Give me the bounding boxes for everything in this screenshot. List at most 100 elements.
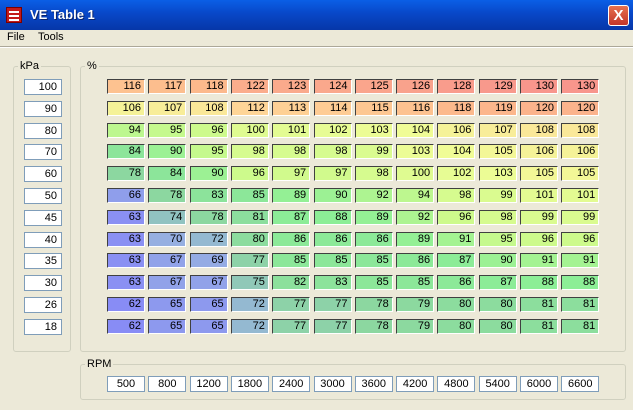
- ve-cell[interactable]: 125: [354, 79, 393, 94]
- ve-cell[interactable]: 101: [520, 188, 558, 203]
- ve-cell[interactable]: 105: [561, 166, 600, 182]
- kpa-value-field[interactable]: 18: [24, 318, 62, 335]
- ve-cell[interactable]: 81: [520, 297, 558, 312]
- ve-cell[interactable]: 87: [478, 275, 517, 291]
- ve-cell[interactable]: 94: [396, 188, 435, 203]
- ve-cell[interactable]: 99: [520, 209, 558, 225]
- ve-cell[interactable]: 106: [520, 144, 558, 160]
- ve-cell[interactable]: 86: [354, 231, 393, 247]
- ve-cell[interactable]: 91: [561, 253, 600, 269]
- ve-cell[interactable]: 99: [478, 188, 517, 203]
- ve-cell[interactable]: 108: [189, 100, 228, 116]
- rpm-value-field[interactable]: 500: [107, 376, 145, 392]
- rpm-value-field[interactable]: 3600: [354, 376, 393, 392]
- ve-cell[interactable]: 67: [148, 275, 187, 291]
- ve-cell[interactable]: 84: [107, 144, 145, 160]
- ve-cell[interactable]: 106: [437, 122, 476, 138]
- ve-cell[interactable]: 91: [520, 253, 558, 269]
- ve-cell[interactable]: 103: [354, 122, 393, 138]
- ve-cell[interactable]: 85: [313, 253, 352, 269]
- rpm-value-field[interactable]: 800: [148, 376, 187, 392]
- ve-cell[interactable]: 65: [148, 318, 187, 334]
- ve-cell[interactable]: 94: [107, 122, 145, 138]
- kpa-value-field[interactable]: 40: [24, 231, 62, 248]
- ve-cell[interactable]: 79: [396, 318, 435, 334]
- ve-cell[interactable]: 102: [437, 166, 476, 182]
- ve-cell[interactable]: 72: [189, 231, 228, 247]
- rpm-value-field[interactable]: 6600: [561, 376, 600, 392]
- ve-cell[interactable]: 81: [561, 297, 600, 312]
- ve-cell[interactable]: 80: [478, 297, 517, 312]
- ve-cell[interactable]: 63: [107, 275, 145, 291]
- ve-cell[interactable]: 116: [107, 79, 145, 94]
- ve-cell[interactable]: 66: [107, 188, 145, 203]
- ve-cell[interactable]: 80: [437, 318, 476, 334]
- ve-cell[interactable]: 113: [272, 100, 311, 116]
- rpm-value-field[interactable]: 2400: [272, 376, 311, 392]
- ve-cell[interactable]: 107: [148, 100, 187, 116]
- rpm-value-field[interactable]: 4200: [396, 376, 435, 392]
- ve-cell[interactable]: 62: [107, 318, 145, 334]
- ve-cell[interactable]: 82: [272, 275, 311, 291]
- title-bar[interactable]: VE Table 1 X: [0, 0, 633, 30]
- ve-cell[interactable]: 84: [148, 166, 187, 182]
- ve-cell[interactable]: 63: [107, 209, 145, 225]
- ve-cell[interactable]: 129: [478, 79, 517, 94]
- ve-cell[interactable]: 130: [561, 79, 600, 94]
- kpa-value-field[interactable]: 26: [24, 297, 62, 313]
- ve-cell[interactable]: 98: [437, 188, 476, 203]
- kpa-value-field[interactable]: 70: [24, 144, 62, 161]
- ve-cell[interactable]: 67: [148, 253, 187, 269]
- kpa-value-field[interactable]: 60: [24, 166, 62, 183]
- ve-cell[interactable]: 98: [230, 144, 269, 160]
- ve-cell[interactable]: 95: [478, 231, 517, 247]
- ve-cell[interactable]: 100: [230, 122, 269, 138]
- ve-cell[interactable]: 96: [437, 209, 476, 225]
- ve-cell[interactable]: 75: [230, 275, 269, 291]
- ve-cell[interactable]: 80: [478, 318, 517, 334]
- ve-cell[interactable]: 95: [189, 144, 228, 160]
- ve-cell[interactable]: 107: [478, 122, 517, 138]
- menu-tools[interactable]: Tools: [38, 31, 64, 43]
- ve-cell[interactable]: 89: [396, 231, 435, 247]
- ve-cell[interactable]: 89: [354, 209, 393, 225]
- ve-cell[interactable]: 104: [437, 144, 476, 160]
- ve-cell[interactable]: 96: [230, 166, 269, 182]
- ve-cell[interactable]: 130: [520, 79, 558, 94]
- ve-cell[interactable]: 86: [437, 275, 476, 291]
- ve-cell[interactable]: 70: [148, 231, 187, 247]
- ve-cell[interactable]: 123: [272, 79, 311, 94]
- ve-cell[interactable]: 114: [313, 100, 352, 116]
- ve-cell[interactable]: 108: [520, 122, 558, 138]
- ve-cell[interactable]: 101: [272, 122, 311, 138]
- ve-cell[interactable]: 100: [396, 166, 435, 182]
- ve-cell[interactable]: 77: [272, 297, 311, 312]
- ve-cell[interactable]: 118: [189, 79, 228, 94]
- ve-cell[interactable]: 102: [313, 122, 352, 138]
- ve-cell[interactable]: 81: [520, 318, 558, 334]
- kpa-value-field[interactable]: 35: [24, 253, 62, 270]
- ve-cell[interactable]: 105: [520, 166, 558, 182]
- ve-cell[interactable]: 87: [437, 253, 476, 269]
- ve-cell[interactable]: 103: [396, 144, 435, 160]
- ve-cell[interactable]: 69: [189, 253, 228, 269]
- ve-cell[interactable]: 88: [561, 275, 600, 291]
- ve-cell[interactable]: 78: [148, 188, 187, 203]
- ve-cell[interactable]: 96: [189, 122, 228, 138]
- close-button[interactable]: X: [608, 5, 629, 26]
- ve-cell[interactable]: 87: [272, 209, 311, 225]
- rpm-value-field[interactable]: 1200: [189, 376, 228, 392]
- kpa-value-field[interactable]: 80: [24, 122, 62, 139]
- ve-cell[interactable]: 120: [561, 100, 600, 116]
- ve-cell[interactable]: 79: [396, 297, 435, 312]
- ve-cell[interactable]: 65: [189, 297, 228, 312]
- ve-cell[interactable]: 80: [437, 297, 476, 312]
- ve-cell[interactable]: 98: [354, 166, 393, 182]
- kpa-value-field[interactable]: 90: [24, 100, 62, 117]
- ve-cell[interactable]: 112: [230, 100, 269, 116]
- ve-cell[interactable]: 77: [313, 297, 352, 312]
- rpm-value-field[interactable]: 5400: [478, 376, 517, 392]
- ve-cell[interactable]: 104: [396, 122, 435, 138]
- ve-cell[interactable]: 108: [561, 122, 600, 138]
- ve-cell[interactable]: 105: [478, 144, 517, 160]
